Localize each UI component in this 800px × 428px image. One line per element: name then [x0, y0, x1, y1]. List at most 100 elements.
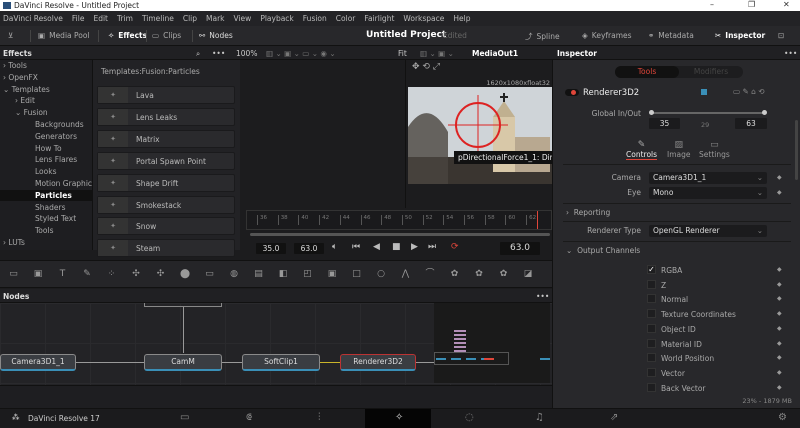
restore-button[interactable]: ❐ — [748, 0, 755, 9]
transform-tool-icon[interactable]: ◰ — [302, 269, 313, 279]
render-end-field[interactable]: 63.0 — [294, 243, 324, 254]
ellipse-mask-tool-icon[interactable]: ○ — [376, 269, 387, 279]
channel-keyframe-icon[interactable]: ◆ — [777, 384, 782, 391]
shape-3d-tool-icon[interactable]: ◪ — [523, 269, 534, 279]
inspector-more-button[interactable]: ••• — [784, 49, 797, 58]
channel-keyframe-icon[interactable]: ◆ — [777, 325, 782, 332]
effects-button[interactable]: ✧ Effects — [108, 31, 147, 40]
tree-item-styled-text[interactable]: Styled Text — [0, 213, 92, 224]
rectangle-mask-tool-icon[interactable]: □ — [351, 269, 362, 279]
tree-item-openfx[interactable]: › OpenFX — [0, 72, 92, 83]
color-corrector-tool-icon[interactable]: ◍ — [229, 269, 240, 279]
subtab-image[interactable]: ▨ Image — [667, 140, 691, 159]
menu-fusion[interactable]: Fusion — [303, 14, 327, 23]
bspline-mask-tool-icon[interactable]: ⌒ — [425, 269, 436, 279]
nodes-button[interactable]: ⚯ Nodes — [199, 31, 233, 40]
menu-mark[interactable]: Mark — [206, 14, 225, 23]
page-fusion-tab[interactable]: ✧ — [365, 409, 431, 428]
channel-checkbox[interactable] — [647, 279, 656, 289]
node-minimap[interactable] — [434, 303, 550, 383]
viewer-right[interactable]: ✥ ⟲ ⤢ 1620x1080xfloat32 pDirectionalForc… — [405, 60, 580, 208]
inspector-scrollbar[interactable] — [795, 120, 798, 180]
menu-help[interactable]: Help — [453, 14, 470, 23]
tree-item-luts[interactable]: › LUTs — [0, 237, 92, 248]
effects-more-button[interactable]: ••• — [212, 49, 225, 58]
play-reverse-icon[interactable]: ◀ — [373, 242, 380, 252]
template-item[interactable]: ✦ Lens Leaks — [97, 107, 235, 126]
template-item[interactable]: ✦ Lava — [97, 86, 235, 104]
particles-render-tool-icon[interactable]: ✣ — [131, 269, 142, 279]
channel-keyframe-icon[interactable]: ◆ — [777, 295, 782, 302]
search-icon[interactable]: ⌕ — [196, 49, 200, 59]
tree-item-shaders[interactable]: Shaders — [0, 202, 92, 213]
template-item[interactable]: ✦ Smokestack — [97, 195, 235, 214]
page-color-icon[interactable]: ◌ — [465, 412, 474, 423]
menu-fairlight[interactable]: Fairlight — [364, 14, 394, 23]
curves-tool-icon[interactable]: ▤ — [253, 269, 264, 279]
channel-checkbox[interactable] — [647, 353, 656, 363]
channel-checkbox[interactable] — [647, 382, 656, 392]
viewer2-options-icons[interactable]: ▥ ⌄ ▣ ⌄ — [420, 49, 454, 58]
menu-clip[interactable]: Clip — [183, 14, 197, 23]
channel-checkbox[interactable]: ✓ — [647, 265, 656, 274]
channel-checkbox[interactable] — [647, 309, 656, 319]
current-time-field[interactable]: 63.0 — [500, 242, 540, 255]
node-renderer3d2[interactable]: Renderer3D2 — [340, 354, 416, 371]
page-cut-icon[interactable]: ⟃ — [246, 412, 252, 423]
node-action-icons[interactable]: ▭ ✎ ⌂ ⟲ — [733, 87, 765, 96]
resize-tool-icon[interactable]: ▣ — [327, 269, 338, 279]
menu-workspace[interactable]: Workspace — [403, 14, 444, 23]
media-pool-button[interactable]: ▣ Media Pool — [38, 31, 90, 40]
particle-emitter-tool-icon[interactable]: ✿ — [449, 269, 460, 279]
go-to-end-icon[interactable]: ⏭︎ — [428, 242, 436, 252]
node-camera3d1-1[interactable]: Camera3D1_1 — [0, 354, 76, 371]
blur-tool-icon[interactable]: ⬤ — [180, 269, 191, 279]
camera-keyframe-icon[interactable]: ◆ — [777, 174, 782, 181]
template-item[interactable]: ✦ Portal Spawn Point — [97, 151, 235, 170]
tree-item-motion-graphics[interactable]: Motion Graphics — [0, 178, 96, 189]
tree-item-particles[interactable]: Particles — [0, 189, 92, 201]
tree-item-tools[interactable]: Tools — [0, 225, 92, 236]
global-in-out-slider[interactable] — [649, 110, 767, 115]
time-scrubber[interactable] — [250, 233, 550, 236]
keyframes-button[interactable]: ◈ Keyframes — [582, 31, 632, 40]
page-fairlight-icon[interactable]: ♫ — [535, 412, 544, 423]
channel-checkbox[interactable] — [647, 323, 656, 333]
channel-keyframe-icon[interactable]: ◆ — [777, 281, 782, 288]
nodes-more-button[interactable]: ••• — [536, 292, 549, 301]
channel-keyframe-icon[interactable]: ◆ — [777, 369, 782, 376]
node-enable-toggle[interactable] — [565, 89, 579, 96]
tab-modifiers[interactable]: Modifiers — [679, 66, 743, 78]
page-media-icon[interactable]: ▭ — [180, 412, 189, 423]
particles-emitter-tool-icon[interactable]: ⁘ — [106, 269, 117, 279]
template-item[interactable]: ✦ Snow — [97, 217, 235, 236]
channel-checkbox[interactable] — [647, 367, 656, 377]
menu-view[interactable]: View — [234, 14, 252, 23]
channel-keyframe-icon[interactable]: ◆ — [777, 310, 782, 317]
loop-icon[interactable]: ⟳ — [451, 242, 459, 252]
stop-icon[interactable]: ■ — [392, 242, 401, 252]
tree-item-edit[interactable]: › Edit — [0, 95, 92, 106]
viewer-transform-icons[interactable]: ✥ ⟲ ⤢ — [412, 62, 440, 72]
global-out-field[interactable]: 63 — [735, 118, 767, 129]
render-start-field[interactable]: 35.0 — [256, 243, 286, 254]
menu-playback[interactable]: Playback — [260, 14, 293, 23]
node-camm[interactable]: CamM — [144, 354, 222, 371]
tree-item-backgrounds[interactable]: Backgrounds — [0, 119, 92, 130]
viewer1-zoom-dropdown[interactable]: 100% — [236, 49, 257, 58]
settings-gear-icon[interactable]: ⚙ — [778, 412, 787, 423]
page-edit-icon[interactable]: ⫶ — [318, 412, 321, 423]
panel-toggle-icon[interactable]: ⊻ — [8, 31, 14, 40]
tree-item-fusion[interactable]: ⌄ Fusion — [0, 107, 92, 118]
menu-file[interactable]: File — [72, 14, 85, 23]
merge-tool-icon[interactable]: ▭ — [204, 269, 215, 279]
global-in-field[interactable]: 35 — [649, 118, 680, 129]
tree-item-how-to[interactable]: How To — [0, 143, 92, 154]
channel-keyframe-icon[interactable]: ◆ — [777, 266, 782, 273]
particle-render-tool-icon[interactable]: ✿ — [474, 269, 485, 279]
background-tool-icon[interactable]: ▭ — [8, 269, 19, 279]
polygon-mask-tool-icon[interactable]: ⋀ — [400, 269, 411, 279]
eye-dropdown[interactable]: Mono ⌄ — [649, 187, 767, 199]
playhead[interactable] — [537, 211, 538, 229]
spline-button[interactable]: ⤴ Spline — [525, 31, 560, 42]
